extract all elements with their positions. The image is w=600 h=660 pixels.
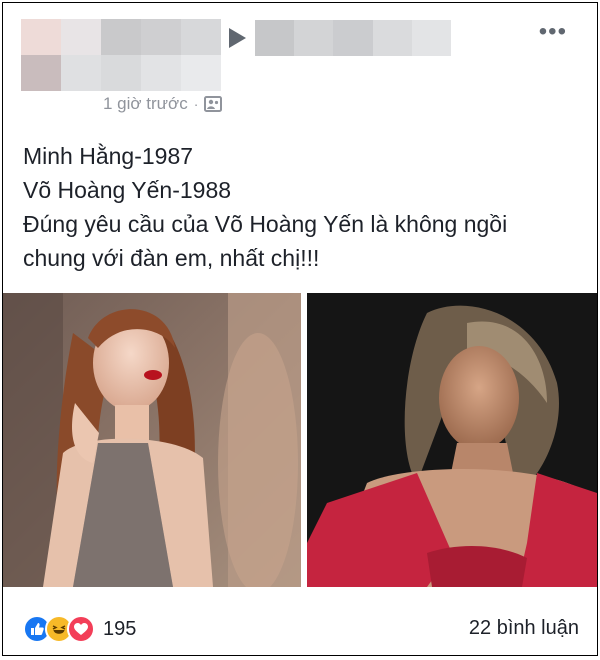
photo-2-image (307, 293, 597, 587)
photo-vo-hoang-yen[interactable] (307, 293, 597, 587)
post-text-line: Minh Hằng-1987 (23, 143, 194, 169)
post-meta: 1 giờ trước · (103, 94, 223, 114)
timestamp[interactable]: 1 giờ trước (103, 94, 188, 114)
post-text-line: Võ Hoàng Yến-1988 (23, 177, 232, 203)
friends-photo-icon[interactable] (204, 96, 223, 112)
love-icon (67, 615, 95, 643)
author-avatar-blurred[interactable] (21, 19, 221, 91)
post-card: ••• 1 giờ trước · Minh Hằng-1987 Võ Hoàn… (2, 2, 598, 656)
post-text: Minh Hằng-1987 Võ Hoàng Yến-1988 Đúng yê… (23, 139, 583, 275)
photo-grid (3, 293, 597, 587)
post-text-line: Đúng yêu cầu của Võ Hoàng Yến là không n… (23, 211, 508, 237)
arrow-right-icon (229, 28, 246, 48)
comments-count-link[interactable]: 22 bình luận (469, 617, 579, 640)
post-header: ••• 1 giờ trước · (3, 3, 597, 118)
meta-separator: · (193, 96, 199, 112)
reactions-summary[interactable]: 195 (23, 615, 136, 643)
post-text-line: chung với đàn em, nhất chị!!! (23, 245, 320, 271)
post-footer: 195 22 bình luận (3, 603, 597, 653)
author-name-blurred[interactable] (255, 20, 452, 56)
photo-minh-hang[interactable] (3, 293, 301, 587)
photo-1-image (3, 293, 301, 587)
more-options-button[interactable]: ••• (539, 20, 567, 44)
reaction-count: 195 (103, 617, 137, 640)
